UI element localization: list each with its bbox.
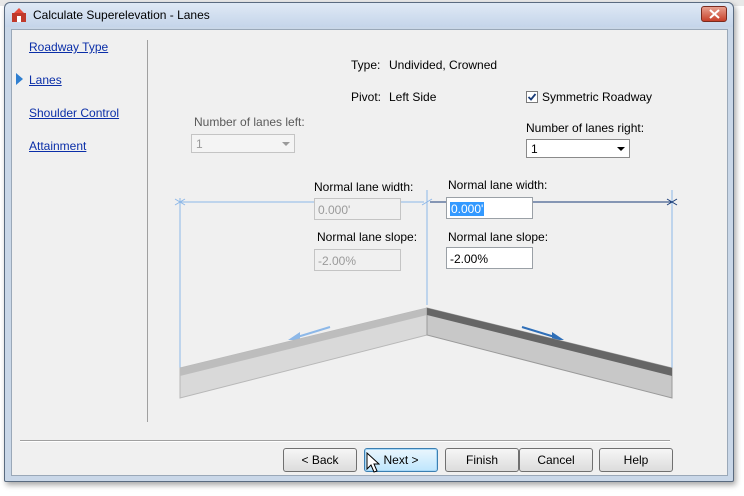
title-bar[interactable]: Calculate Superelevation - Lanes xyxy=(5,3,733,27)
nav-roadway-type[interactable]: Roadway Type xyxy=(29,40,108,54)
active-page-arrow-icon xyxy=(16,73,23,85)
pivot-value: Left Side xyxy=(389,90,437,104)
left-lane-slope-label: Normal lane slope: xyxy=(317,230,418,244)
right-lane-slope-input[interactable]: -2.00% xyxy=(446,247,533,269)
window-title: Calculate Superelevation - Lanes xyxy=(33,8,210,22)
nav-lanes[interactable]: Lanes xyxy=(29,73,62,87)
right-lane-width-label: Normal lane width: xyxy=(448,178,548,192)
finish-button[interactable]: Finish xyxy=(445,448,519,472)
nav-attainment[interactable]: Attainment xyxy=(29,139,86,153)
lanes-left-dropdown: 1 xyxy=(191,134,295,153)
left-lane-width-field: 0.000' xyxy=(314,198,401,220)
close-button[interactable] xyxy=(701,6,727,22)
nav-shoulder-control[interactable]: Shoulder Control xyxy=(29,106,119,120)
left-lane-width-value: 0.000' xyxy=(318,203,351,217)
checkmark-icon xyxy=(527,93,537,101)
type-value: Undivided, Crowned xyxy=(389,58,498,72)
right-lane-slope-value: -2.00% xyxy=(450,252,489,266)
back-button[interactable]: < Back xyxy=(283,448,357,472)
cancel-button[interactable]: Cancel xyxy=(519,448,593,472)
mouse-cursor-icon xyxy=(366,452,380,473)
right-lane-slope-label: Normal lane slope: xyxy=(448,230,549,244)
help-button[interactable]: Help xyxy=(599,448,673,472)
wizard-nav: Roadway Type Lanes Shoulder Control Atta… xyxy=(12,30,142,420)
lanes-right-value: 1 xyxy=(531,142,538,156)
civil3d-app-icon xyxy=(12,8,26,22)
lanes-left-value: 1 xyxy=(196,137,203,151)
type-label: Type: xyxy=(351,58,381,72)
right-lane-width-value: 0.000' xyxy=(450,202,485,216)
right-lane-width-input[interactable]: 0.000' xyxy=(446,197,533,219)
footer-separator xyxy=(20,440,670,441)
symmetric-roadway-checkbox[interactable] xyxy=(526,91,538,103)
left-lane-slope-field: -2.00% xyxy=(314,249,401,271)
lanes-right-dropdown[interactable]: 1 xyxy=(526,139,630,158)
left-lane-width-label: Normal lane width: xyxy=(314,180,414,194)
roadway-crown-diagram xyxy=(174,190,678,399)
left-lane-slope-value: -2.00% xyxy=(318,254,357,268)
lanes-right-label: Number of lanes right: xyxy=(526,121,645,135)
close-icon xyxy=(709,9,720,19)
dialog-client-area: Roadway Type Lanes Shoulder Control Atta… xyxy=(11,29,728,476)
symmetric-roadway-label: Symmetric Roadway xyxy=(542,90,653,104)
dialog-window: Calculate Superelevation - Lanes Roadway… xyxy=(4,2,734,482)
pivot-label: Pivot: xyxy=(351,90,382,104)
chevron-down-icon xyxy=(282,142,290,146)
chevron-down-icon xyxy=(617,147,625,151)
lanes-left-label: Number of lanes left: xyxy=(194,115,305,129)
nav-separator xyxy=(147,40,148,422)
